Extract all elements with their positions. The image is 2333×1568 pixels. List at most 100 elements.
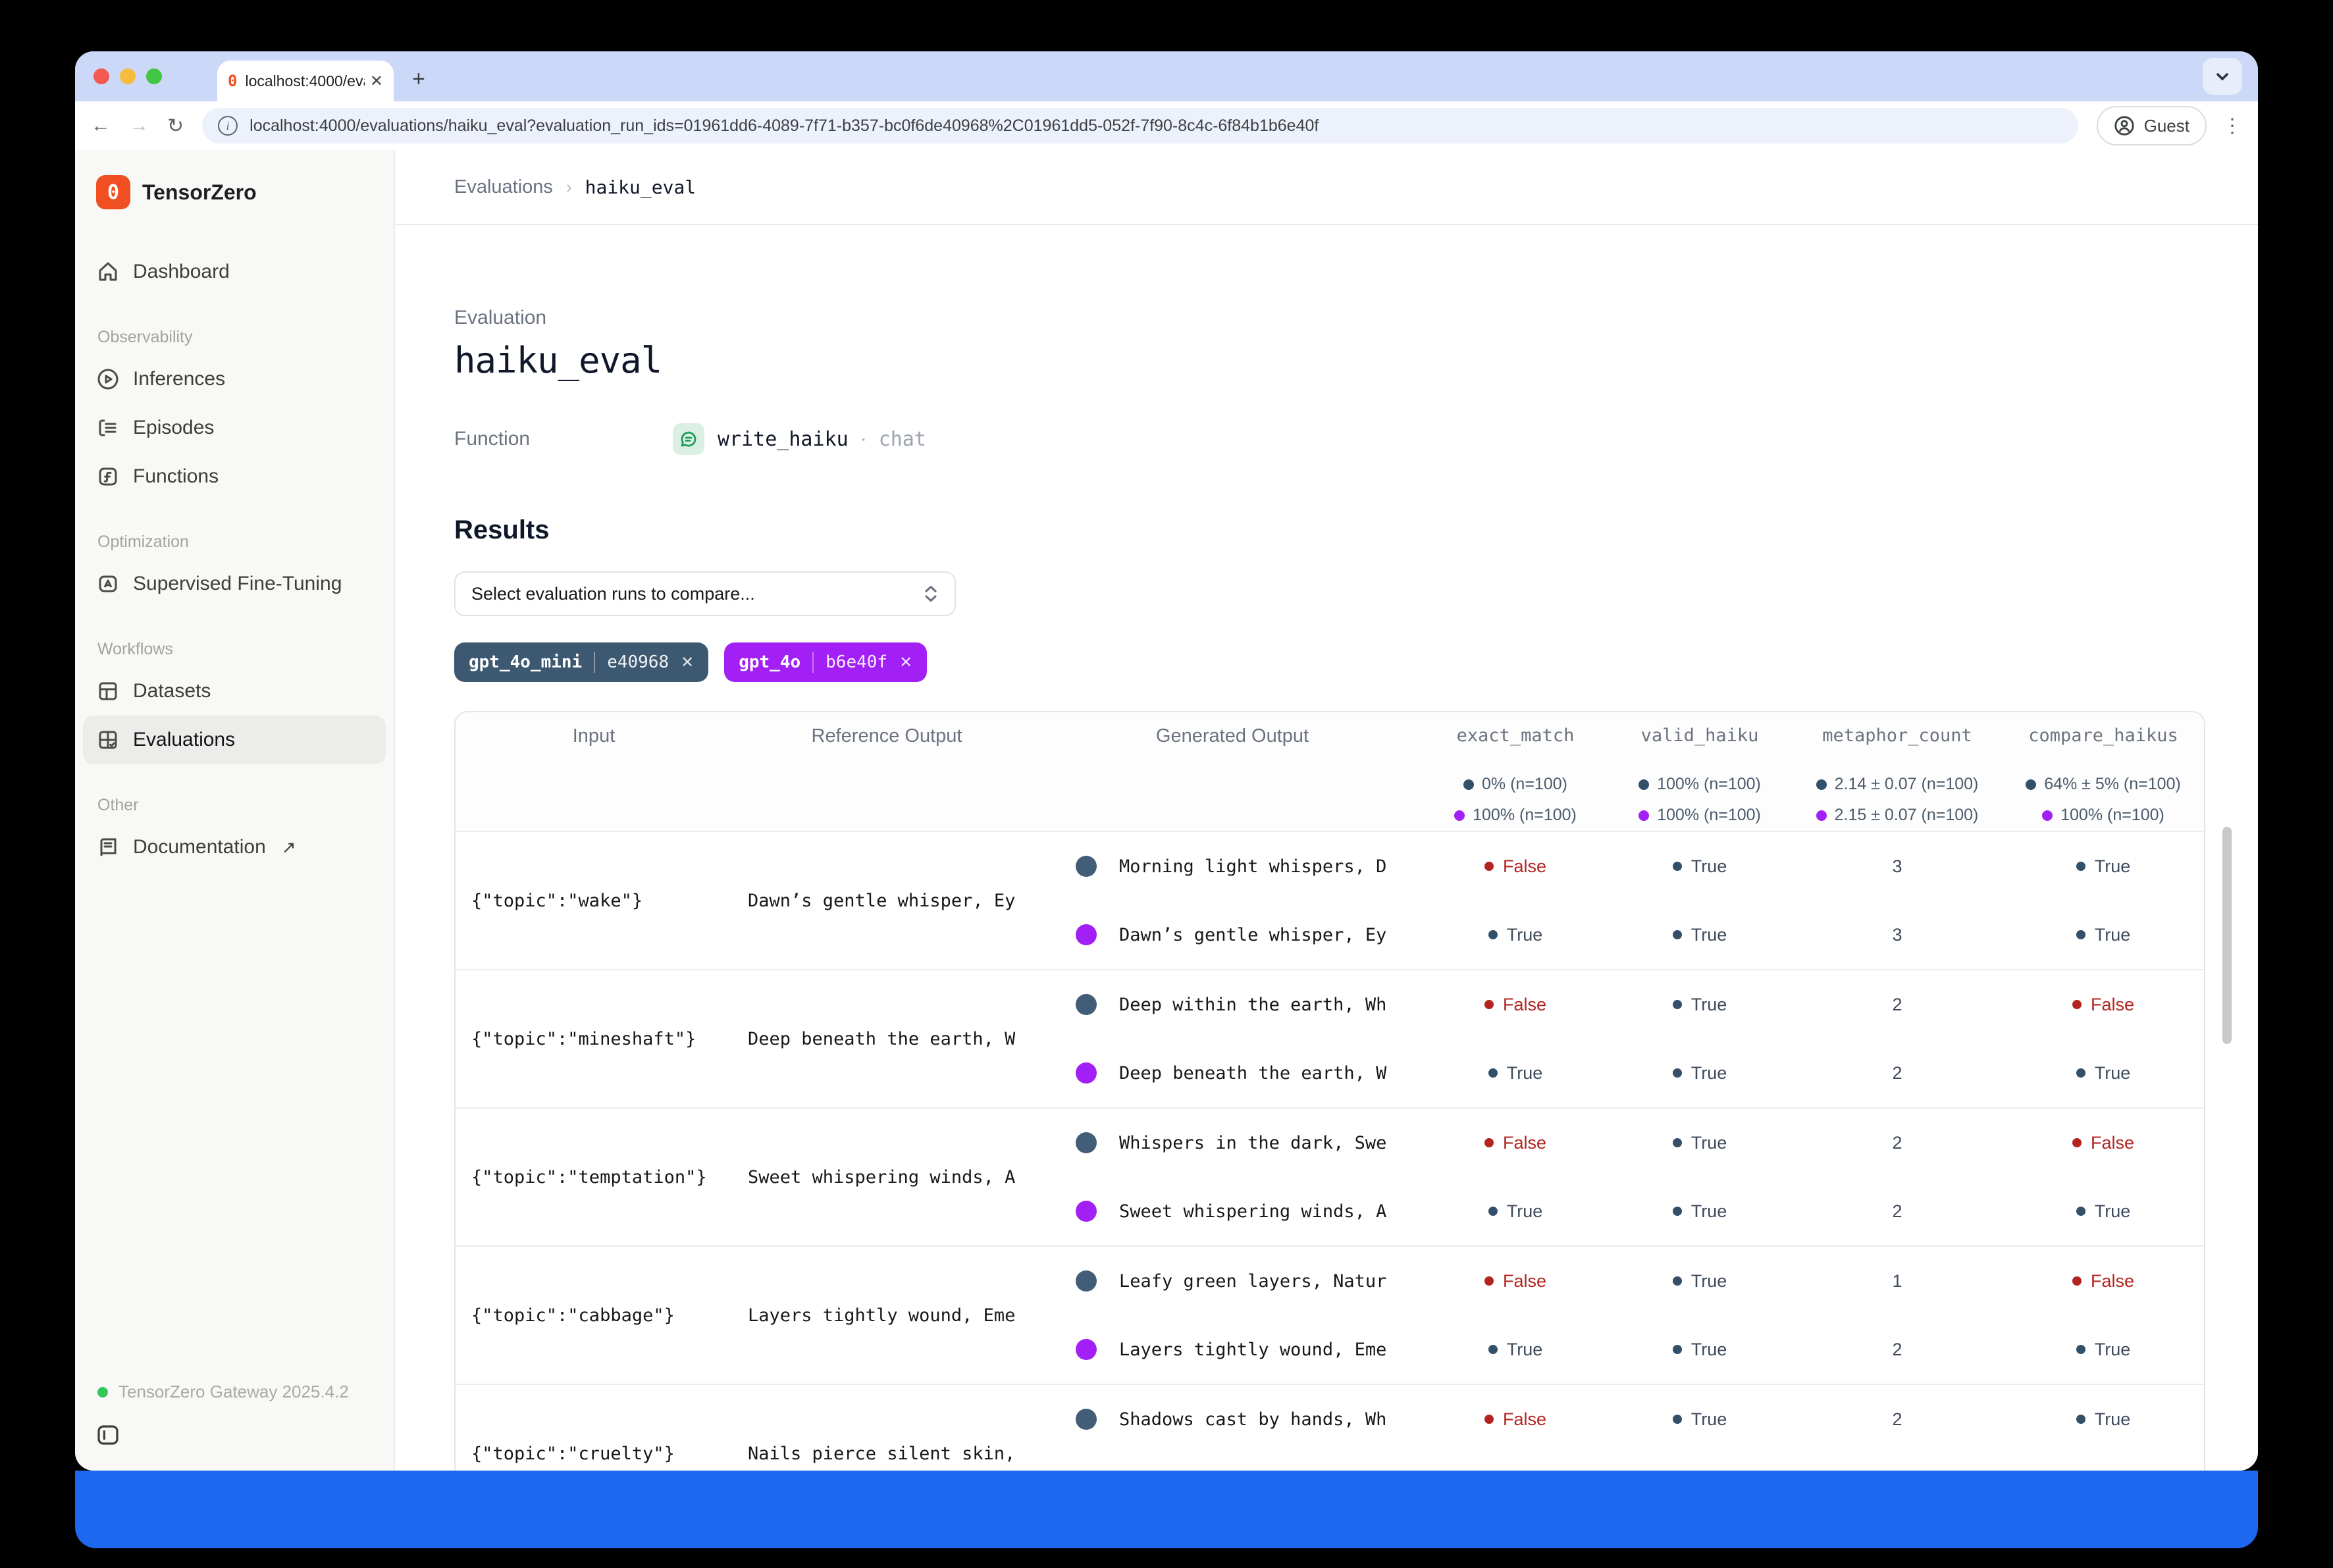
reload-icon[interactable]: ↻: [167, 115, 184, 138]
run2-variant-dot: [1076, 1062, 1097, 1084]
sidebar-item-label: Inferences: [133, 368, 225, 390]
valid-haiku-value: True: [1608, 1109, 1792, 1177]
sidebar-item-label: Supervised Fine-Tuning: [133, 573, 342, 595]
browser-tab[interactable]: 0 localhost:4000/evaluations/h ✕: [217, 61, 394, 101]
stat-exact-match-run2: 100% (n=100): [1423, 806, 1608, 825]
run-chip-gpt-4o-mini[interactable]: gpt_4o_mini e40968 ✕: [454, 642, 708, 682]
sidebar-item-documentation[interactable]: Documentation ↗: [83, 823, 386, 872]
valid-haiku-value: True: [1608, 970, 1792, 1039]
run-compare-select[interactable]: Select evaluation runs to compare...: [454, 571, 956, 616]
remove-run-icon[interactable]: ✕: [681, 653, 694, 672]
sidebar-item-label: Episodes: [133, 417, 214, 439]
breadcrumb: Evaluations › haiku_eval: [395, 150, 2258, 225]
valid-haiku-value: True: [1608, 1039, 1792, 1107]
run-id: e40968: [607, 652, 669, 672]
breadcrumb-evaluations[interactable]: Evaluations: [454, 176, 553, 198]
tensorzero-app: 0 TensorZero Dashboard Observability Inf…: [75, 150, 2258, 1471]
sidebar-item-inferences[interactable]: Inferences: [83, 355, 386, 404]
row-input: {"topic":"cruelty"}: [471, 1444, 675, 1464]
table-row[interactable]: {"topic":"mineshaft"} Deep beneath the e…: [456, 969, 2204, 1107]
sidebar-item-label: Dashboard: [133, 261, 230, 283]
table-row[interactable]: {"topic":"wake"} Dawn’s gentle whisper, …: [456, 831, 2204, 969]
valid-haiku-value: True: [1608, 1247, 1792, 1315]
fine-tuning-icon: [96, 572, 120, 596]
sidebar-item-label: Datasets: [133, 680, 211, 702]
generated-output-run2: Sweet whispering winds, A: [1041, 1177, 1423, 1245]
selected-runs: gpt_4o_mini e40968 ✕ gpt_4o b6e40f ✕: [454, 642, 2258, 682]
tab-close-icon[interactable]: ✕: [370, 72, 383, 91]
valid-haiku-value: True: [1608, 832, 1792, 901]
sidebar-item-supervised-fine-tuning[interactable]: Supervised Fine-Tuning: [83, 560, 386, 608]
row-reference: Nails pierce silent skin,: [748, 1444, 1015, 1464]
row-reference: Dawn’s gentle whisper, Ey: [748, 891, 1015, 911]
exact-match-value: False: [1423, 1385, 1608, 1453]
run1-variant-dot: [1076, 1409, 1097, 1430]
zoom-window-button[interactable]: [146, 68, 162, 84]
function-name[interactable]: write_haiku: [718, 428, 849, 451]
collapse-sidebar-button[interactable]: [95, 1422, 121, 1453]
sidebar-item-datasets[interactable]: Datasets: [83, 667, 386, 716]
sidebar-item-episodes[interactable]: Episodes: [83, 404, 386, 452]
desktop: 0 localhost:4000/evaluations/h ✕ + ← → ↻…: [0, 0, 2333, 1568]
metaphor-count-value: 2: [1792, 1385, 2003, 1453]
sidebar: 0 TensorZero Dashboard Observability Inf…: [75, 150, 395, 1471]
run-chip-gpt-4o[interactable]: gpt_4o b6e40f ✕: [724, 642, 927, 682]
sidebar-item-evaluations[interactable]: Evaluations: [83, 716, 386, 764]
stat-valid-haiku-run1: 100% (n=100): [1608, 775, 1792, 794]
chevron-right-icon: ›: [566, 177, 572, 197]
site-info-icon[interactable]: i: [218, 116, 238, 136]
col-exact-match: exact_match: [1423, 725, 1608, 746]
play-circle-icon: [96, 367, 120, 391]
sidebar-item-functions[interactable]: Functions: [83, 452, 386, 501]
row-input: {"topic":"cabbage"}: [471, 1305, 675, 1326]
function-icon: [96, 465, 120, 488]
close-window-button[interactable]: [93, 68, 109, 84]
exact-match-value: False: [1423, 832, 1608, 901]
grid-check-icon: [96, 728, 120, 752]
brand-name: TensorZero: [142, 180, 257, 205]
run-name: gpt_4o: [739, 652, 800, 672]
background-window-strip: [75, 1471, 2258, 1548]
generated-output-run2: Layers tightly wound, Eme: [1041, 1315, 1423, 1384]
compare-haikus-value: True: [2003, 1177, 2204, 1245]
function-label: Function: [454, 428, 673, 450]
chat-function-icon: [673, 423, 704, 455]
table-row[interactable]: {"topic":"temptation"} Sweet whispering …: [456, 1107, 2204, 1245]
table-row[interactable]: {"topic":"cabbage"} Layers tightly wound…: [456, 1245, 2204, 1384]
new-tab-button[interactable]: +: [412, 66, 425, 92]
divider: [594, 652, 595, 673]
url-bar[interactable]: i localhost:4000/evaluations/haiku_eval?…: [202, 108, 2078, 144]
run2-dot-icon: [1638, 810, 1649, 821]
scrollbar-thumb[interactable]: [2222, 827, 2232, 1044]
compare-haikus-value: True: [2003, 832, 2204, 901]
tab-search-chevron-icon[interactable]: [2203, 58, 2242, 95]
remove-run-icon[interactable]: ✕: [899, 653, 912, 672]
run1-variant-dot: [1076, 856, 1097, 877]
tab-strip: 0 localhost:4000/evaluations/h ✕ +: [75, 51, 2258, 101]
list-icon: [96, 416, 120, 440]
stat-compare-haikus-run2: 100% (n=100): [2003, 806, 2204, 825]
tab-title: localhost:4000/evaluations/h: [245, 72, 364, 90]
exact-match-value: True: [1423, 901, 1608, 969]
exact-match-value: True: [1423, 1315, 1608, 1384]
person-icon: [2114, 115, 2135, 136]
valid-haiku-value: True: [1608, 1177, 1792, 1245]
brand[interactable]: 0 TensorZero: [96, 174, 394, 211]
results-table: Input Reference Output Generated Output …: [454, 711, 2205, 1471]
run2-variant-dot: [1076, 924, 1097, 945]
generated-output-run2: Deep beneath the earth, W: [1041, 1039, 1423, 1107]
minimize-window-button[interactable]: [120, 68, 136, 84]
forward-icon[interactable]: →: [129, 115, 149, 137]
browser-menu-icon[interactable]: ⋮: [2222, 115, 2242, 138]
book-icon: [96, 835, 120, 859]
row-reference: Sweet whispering winds, A: [748, 1167, 1015, 1188]
tensorzero-logo-icon: 0: [96, 175, 130, 209]
sidebar-item-dashboard[interactable]: Dashboard: [83, 248, 386, 296]
table-row[interactable]: {"topic":"cruelty"} Nails pierce silent …: [456, 1384, 2204, 1471]
gateway-version-label: TensorZero Gateway 2025.4.2: [118, 1382, 349, 1402]
back-icon[interactable]: ←: [91, 115, 111, 137]
generated-output-run1: Shadows cast by hands, Wh: [1041, 1385, 1423, 1453]
guest-profile-button[interactable]: Guest: [2097, 106, 2207, 145]
stat-exact-match-run1: 0% (n=100): [1423, 775, 1608, 794]
home-icon: [96, 260, 120, 284]
